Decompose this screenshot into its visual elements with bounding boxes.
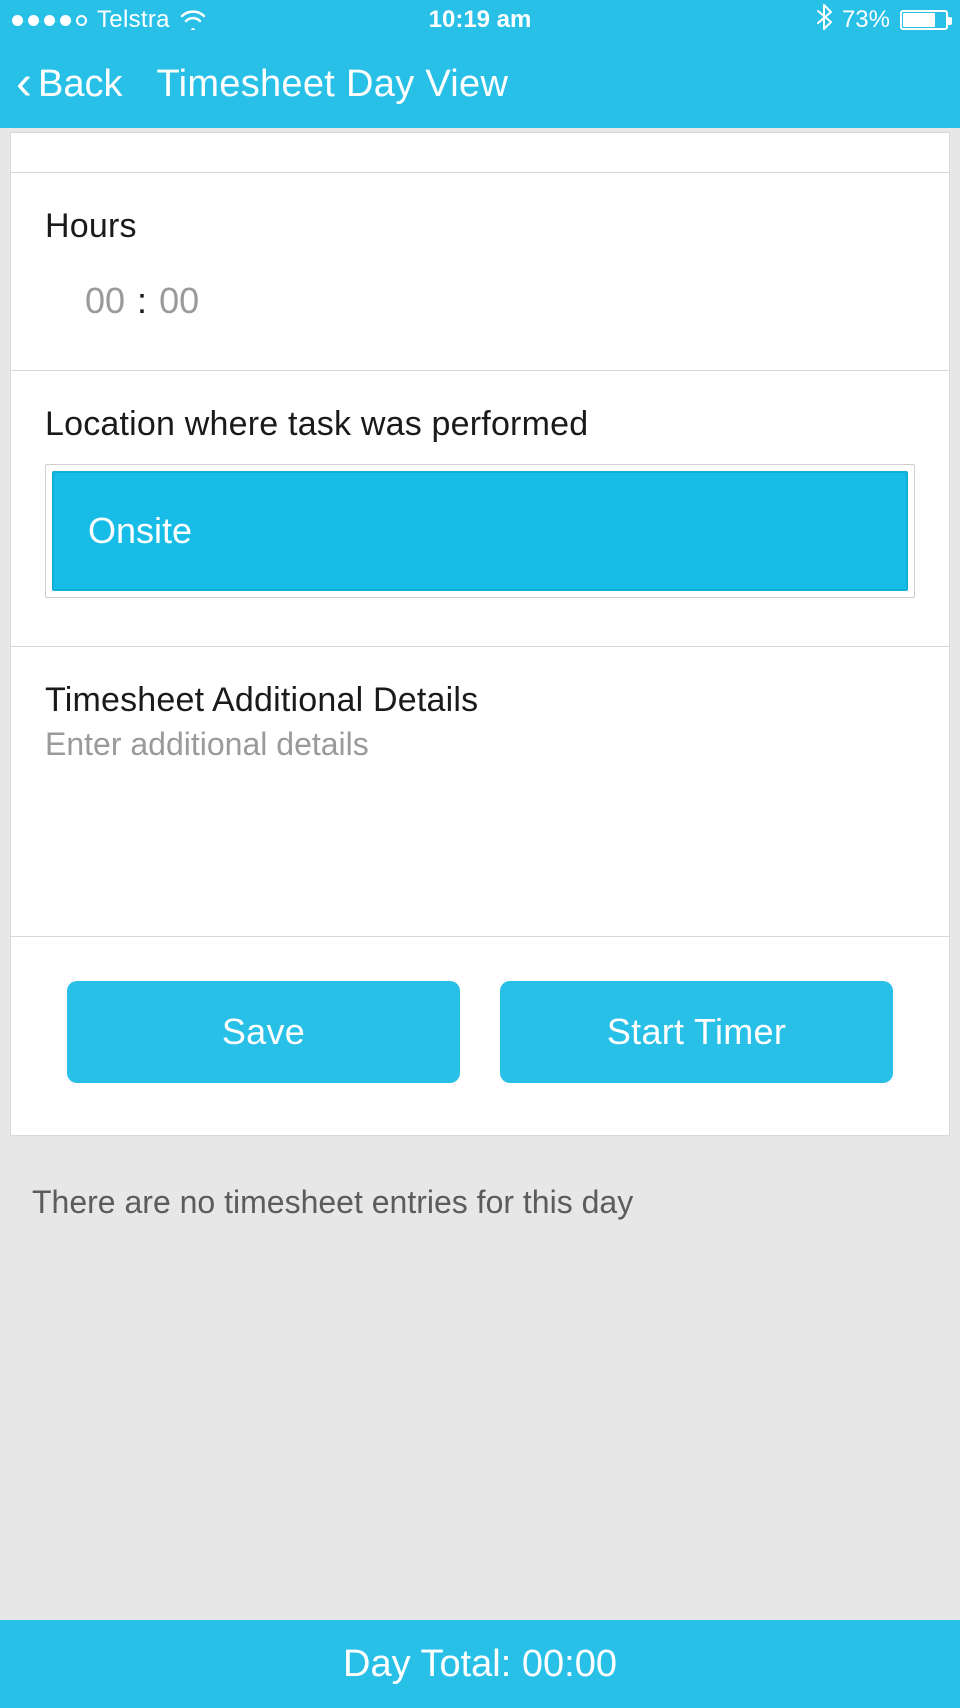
wifi-icon <box>180 10 206 30</box>
hours-mm: 00 <box>159 280 199 322</box>
nav-bar: ‹ Back Timesheet Day View <box>0 40 960 128</box>
back-button-label: Back <box>38 63 122 106</box>
status-time: 10:19 am <box>429 6 532 34</box>
hours-picker[interactable]: 00 : 00 <box>45 280 915 322</box>
location-selected-label: Onsite <box>88 510 192 552</box>
hours-hh: 00 <box>85 280 125 322</box>
status-right: 73% <box>816 4 948 36</box>
card-top-spacer <box>11 133 949 173</box>
hours-section: Hours 00 : 00 <box>11 173 949 371</box>
actions-section: Save Start Timer <box>11 937 949 1135</box>
hours-colon: : <box>137 280 147 322</box>
day-total-bar: Day Total: 00:00 <box>0 1620 960 1708</box>
hours-label: Hours <box>45 207 915 246</box>
signal-strength-icon <box>12 15 87 26</box>
battery-percentage: 73% <box>842 6 890 34</box>
location-segmented-control[interactable]: Onsite <box>45 464 915 598</box>
bluetooth-icon <box>816 4 832 36</box>
empty-entries-message: There are no timesheet entries for this … <box>10 1136 950 1261</box>
details-label: Timesheet Additional Details <box>45 681 915 720</box>
day-total-label: Day Total: <box>343 1643 511 1686</box>
location-label: Location where task was performed <box>45 405 915 444</box>
back-button[interactable]: ‹ Back <box>16 60 122 108</box>
chevron-left-icon: ‹ <box>16 60 32 108</box>
status-bar: Telstra 10:19 am 73% <box>0 0 960 40</box>
page-title: Timesheet Day View <box>156 63 508 106</box>
details-textarea[interactable]: Enter additional details <box>45 726 915 763</box>
start-timer-button[interactable]: Start Timer <box>500 981 893 1083</box>
day-total-value: 00:00 <box>522 1643 617 1686</box>
carrier-label: Telstra <box>97 6 170 34</box>
location-option-onsite[interactable]: Onsite <box>52 471 908 591</box>
status-left: Telstra <box>12 6 206 34</box>
details-section[interactable]: Timesheet Additional Details Enter addit… <box>11 647 949 937</box>
content-area: Hours 00 : 00 Location where task was pe… <box>0 128 960 1620</box>
timesheet-form-card: Hours 00 : 00 Location where task was pe… <box>10 132 950 1136</box>
location-section: Location where task was performed Onsite <box>11 371 949 647</box>
save-button[interactable]: Save <box>67 981 460 1083</box>
battery-icon <box>900 10 948 30</box>
